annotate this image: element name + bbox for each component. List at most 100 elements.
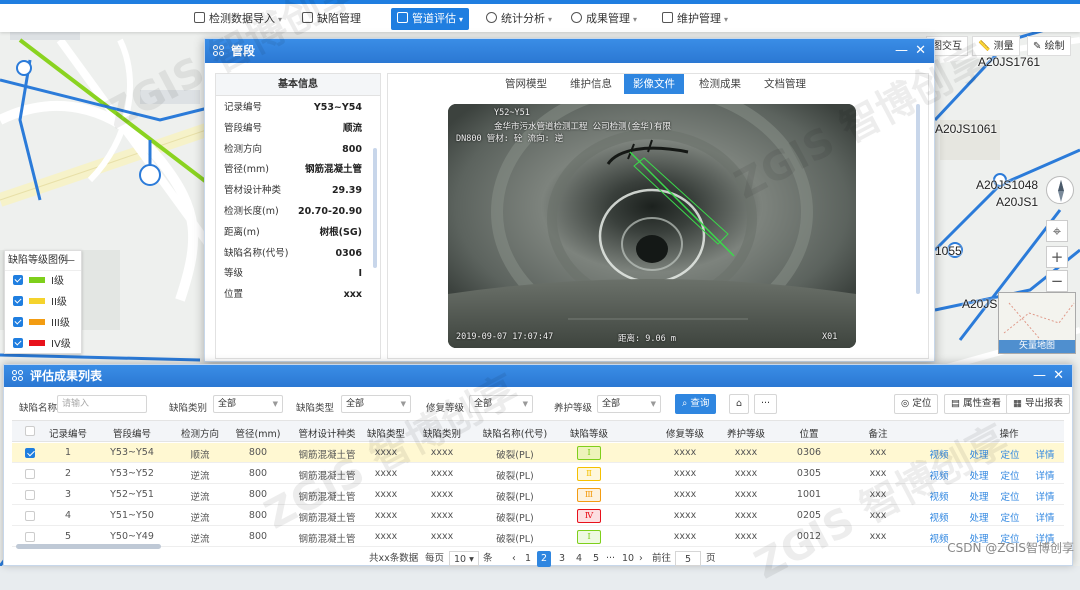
query-button[interactable]: ⌕ 查询 bbox=[675, 394, 717, 414]
table-row[interactable]: 5 Y50~Y49 逆流 800 钢筋混凝土管 xxxx xxxx 破裂(PL) xxxx xxx… bbox=[12, 527, 1064, 547]
process-link[interactable]: 处理 bbox=[969, 468, 988, 482]
page-button[interactable]: 4 bbox=[576, 551, 582, 567]
column-header[interactable]: 缺陷等级 bbox=[570, 426, 608, 440]
page-button-current[interactable]: 2 bbox=[537, 551, 552, 567]
column-header[interactable]: 备注 bbox=[868, 426, 887, 440]
close-button[interactable]: ✕ bbox=[1053, 365, 1064, 387]
row-checkbox[interactable] bbox=[25, 490, 35, 500]
nav-results[interactable]: 成果管理 ▾ bbox=[567, 8, 641, 30]
legend-item[interactable]: IV级 bbox=[5, 334, 81, 355]
checkbox[interactable] bbox=[13, 317, 23, 327]
column-header[interactable]: 管径(mm) bbox=[236, 426, 281, 440]
goto-page-input[interactable]: 5 bbox=[675, 551, 701, 566]
column-header[interactable]: 位置 bbox=[799, 426, 818, 440]
nav-statistics[interactable]: 统计分析 ▾ bbox=[482, 8, 556, 30]
details-link[interactable]: 详情 bbox=[1035, 447, 1054, 461]
checkbox[interactable] bbox=[13, 275, 23, 285]
nav-pipe-evaluation[interactable]: 管道评估 ▾ bbox=[391, 8, 470, 30]
per-page-select[interactable]: 10 ▾ bbox=[449, 551, 479, 566]
select-all-checkbox[interactable] bbox=[25, 426, 35, 436]
video-link[interactable]: 视频 bbox=[929, 510, 948, 524]
details-link[interactable]: 详情 bbox=[1035, 489, 1054, 503]
tab-inspection-results[interactable]: 检测成果 bbox=[690, 74, 750, 94]
checkbox[interactable] bbox=[13, 338, 23, 348]
page-ellipsis[interactable]: ··· bbox=[606, 551, 615, 567]
locate-link[interactable]: 定位 bbox=[1000, 468, 1019, 482]
column-header[interactable]: 管段编号 bbox=[113, 426, 151, 440]
process-link[interactable]: 处理 bbox=[969, 510, 988, 524]
repair-level-select[interactable]: 全部 ▼ bbox=[469, 395, 533, 413]
tab-image-files[interactable]: 影像文件 bbox=[624, 74, 684, 94]
locate-button[interactable]: ◎ 定位 bbox=[894, 394, 939, 414]
locate-link[interactable]: 定位 bbox=[1000, 447, 1019, 461]
video-link[interactable]: 视频 bbox=[929, 447, 948, 461]
clear-button[interactable]: ⌂ bbox=[729, 394, 750, 414]
legend-item[interactable]: I级 bbox=[5, 271, 81, 292]
view-attributes-button[interactable]: ▤ 属性查看 bbox=[944, 394, 1009, 414]
minimize-button[interactable]: — bbox=[1033, 365, 1046, 387]
prev-page-button[interactable]: ‹ bbox=[512, 551, 516, 567]
zoom-in-button[interactable]: + bbox=[1046, 246, 1068, 268]
nav-import[interactable]: 检测数据导入 ▾ bbox=[190, 8, 286, 30]
details-link[interactable]: 详情 bbox=[1035, 468, 1054, 482]
column-header[interactable]: 修复等级 bbox=[666, 426, 704, 440]
tab-pipe-model[interactable]: 管网模型 bbox=[496, 74, 556, 94]
column-header[interactable]: 操作 bbox=[999, 426, 1018, 440]
tab-document-management[interactable]: 文档管理 bbox=[755, 74, 815, 94]
page-button[interactable]: 1 bbox=[525, 551, 531, 567]
page-button[interactable]: 10 bbox=[622, 551, 634, 567]
horizontal-scrollbar[interactable] bbox=[16, 544, 161, 549]
locate-icon[interactable]: ⌖ bbox=[1046, 220, 1068, 242]
column-header[interactable]: 检测方向 bbox=[181, 426, 219, 440]
defect-category-select[interactable]: 全部 ▼ bbox=[213, 395, 283, 413]
minimap[interactable]: 矢量地图 bbox=[998, 292, 1076, 354]
column-header[interactable]: 管材设计种类 bbox=[298, 426, 355, 440]
close-button[interactable]: ✕ bbox=[915, 39, 926, 63]
column-header[interactable]: 缺陷类型 bbox=[367, 426, 405, 440]
page-button[interactable]: 5 bbox=[593, 551, 599, 567]
video-link[interactable]: 视频 bbox=[929, 489, 948, 503]
draw-tool[interactable]: ✎ 绘制 bbox=[1027, 36, 1071, 56]
more-button[interactable]: ··· bbox=[754, 394, 778, 414]
defect-name-input[interactable]: 请输入 bbox=[57, 395, 147, 413]
results-header[interactable]: 评估成果列表 — ✕ bbox=[4, 365, 1072, 387]
column-header[interactable]: 缺陷名称(代号) bbox=[483, 426, 547, 440]
video-link[interactable]: 视频 bbox=[929, 531, 948, 545]
table-row[interactable]: 2 Y53~Y52 逆流 800 钢筋混凝土管 xxxx xxxx 破裂(PL) xxxx xxx… bbox=[12, 464, 1064, 484]
maintenance-level-select[interactable]: 全部 ▼ bbox=[597, 395, 661, 413]
row-checkbox[interactable] bbox=[25, 532, 35, 542]
row-checkbox[interactable] bbox=[25, 511, 35, 521]
table-row[interactable]: 4 Y51~Y50 逆流 800 钢筋混凝土管 xxxx xxxx 破裂(PL) xxxx xxx… bbox=[12, 506, 1064, 526]
locate-link[interactable]: 定位 bbox=[1000, 489, 1019, 503]
table-row[interactable]: 1 Y53~Y54 顺流 800 钢筋混凝土管 xxxx xxxx 破裂(PL) xxxx xxx… bbox=[12, 443, 1064, 463]
cctv-video-frame[interactable]: Y52~Y51 金华市污水管道检测工程 公司检测(金华)有限 DN800 管材:… bbox=[448, 104, 856, 348]
process-link[interactable]: 处理 bbox=[969, 447, 988, 461]
next-page-button[interactable]: › bbox=[639, 551, 643, 567]
defect-type-select[interactable]: 全部 ▼ bbox=[341, 395, 411, 413]
table-row[interactable]: 3 Y52~Y51 逆流 800 钢筋混凝土管 xxxx xxxx 破裂(PL) xxxx xxx… bbox=[12, 485, 1064, 505]
zoom-out-button[interactable]: − bbox=[1046, 270, 1068, 292]
process-link[interactable]: 处理 bbox=[969, 489, 988, 503]
row-checkbox[interactable] bbox=[25, 469, 35, 479]
row-checkbox[interactable] bbox=[25, 448, 35, 458]
dialog-header[interactable]: 管段 — ✕ bbox=[205, 39, 934, 63]
column-header[interactable]: 养护等级 bbox=[727, 426, 765, 440]
page-button[interactable]: 3 bbox=[559, 551, 565, 567]
scrollbar[interactable] bbox=[373, 148, 377, 268]
export-report-button[interactable]: ▦ 导出报表 bbox=[1006, 394, 1071, 414]
legend-item[interactable]: III级 bbox=[5, 313, 81, 334]
nav-maintenance[interactable]: 维护管理 ▾ bbox=[658, 8, 732, 30]
locate-link[interactable]: 定位 bbox=[1000, 510, 1019, 524]
nav-defect-management[interactable]: 缺陷管理 bbox=[298, 8, 365, 30]
column-header[interactable]: 缺陷类别 bbox=[423, 426, 461, 440]
video-link[interactable]: 视频 bbox=[929, 468, 948, 482]
minimize-button[interactable]: — bbox=[895, 39, 908, 63]
minimize-icon[interactable]: — bbox=[63, 253, 75, 267]
legend-item[interactable]: II级 bbox=[5, 292, 81, 313]
checkbox[interactable] bbox=[13, 296, 23, 306]
details-link[interactable]: 详情 bbox=[1035, 510, 1054, 524]
column-header[interactable]: 记录编号 bbox=[49, 426, 87, 440]
scrollbar[interactable] bbox=[916, 104, 920, 294]
compass-icon[interactable] bbox=[1046, 176, 1074, 204]
tab-maintenance-info[interactable]: 维护信息 bbox=[561, 74, 621, 94]
